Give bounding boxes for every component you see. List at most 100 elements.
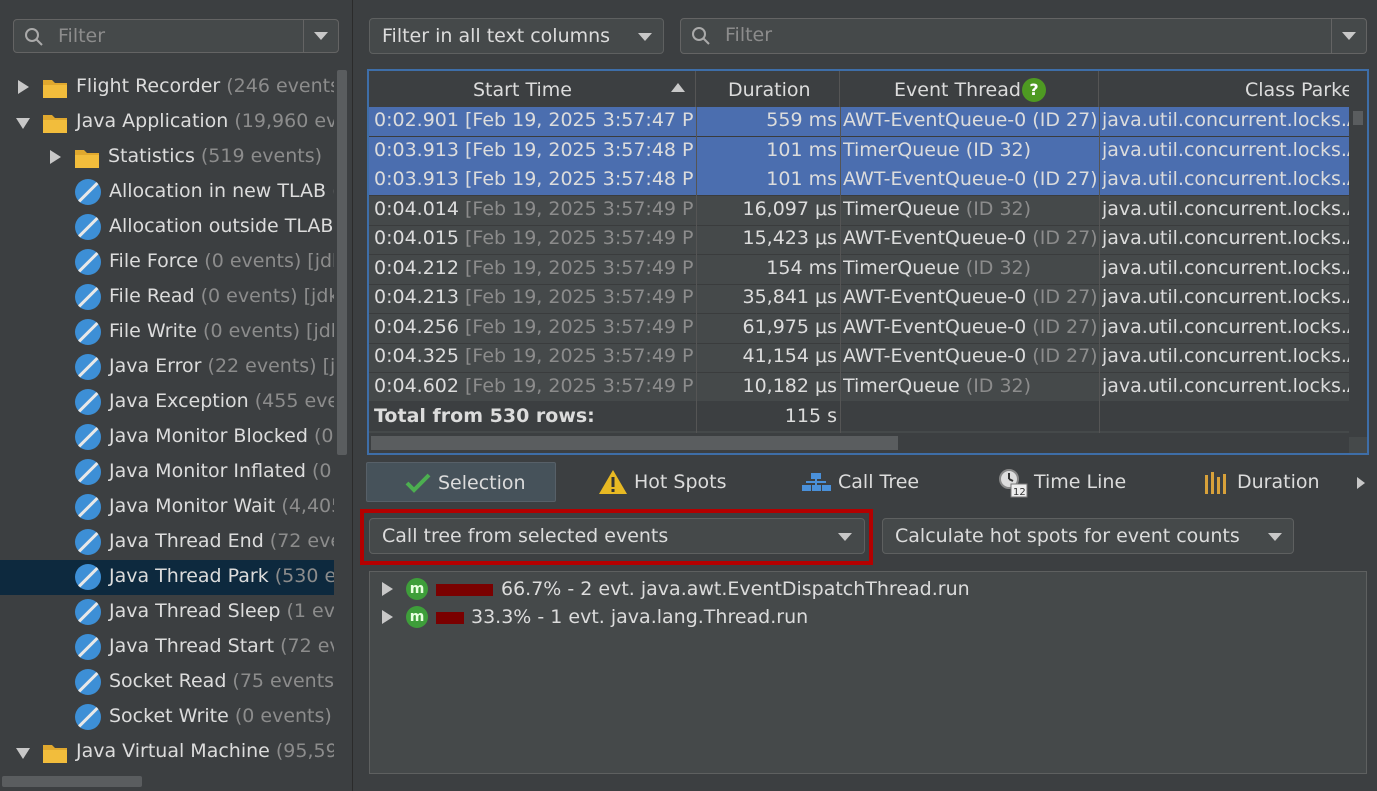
time-line-icon: 12 [999,469,1028,498]
tab-duration[interactable]: Duration [1202,462,1332,502]
folder-icon [75,150,99,168]
collapse-arrow-icon[interactable] [16,118,30,129]
table-row[interactable]: 0:04.213 [Feb 19, 2025 3:57:49 PM] 35,841… [369,284,1349,314]
tree-item-name: Java Thread Start [109,635,275,657]
call-percentage-bar [436,612,464,624]
chevron-down-icon [1342,32,1356,40]
event-thread-cell: AWT-EventQueue-0 (ID 27) [843,345,1097,367]
tree-event-item[interactable]: File Read (0 events) [jdk.F [0,280,334,315]
tree-event-item[interactable]: Java Thread Sleep (1 eve [0,595,334,630]
filter-scope-select[interactable]: Filter in all text columns [369,18,664,54]
tree-vertical-scrollbar[interactable] [334,70,350,770]
tree-folder-item[interactable]: Java Application (19,960 eve [0,105,334,140]
table-row[interactable]: 0:02.901 [Feb 19, 2025 3:57:47 PM] 559 ms… [369,107,1349,137]
search-icon [25,28,43,46]
duration-cell: 41,154 μs [742,345,837,367]
start-time-cell: 0:04.015 [Feb 19, 2025 3:57:49 PM] [374,227,694,249]
table-row[interactable]: 0:03.913 [Feb 19, 2025 3:57:48 PM] 101 ms… [369,136,1349,167]
event-type-icon [75,319,101,345]
tree-event-item[interactable]: Java Monitor Wait (4,405 [0,490,334,525]
event-tree: Flight Recorder (246 events) Java Applica… [0,70,334,770]
tree-event-item[interactable]: Allocation outside TLAB [0,210,334,245]
tree-item-name: Java Monitor Inflated [109,460,306,482]
tree-item-name: Java Exception [109,390,249,412]
column-header-class-parked[interactable]: Class Parke [1099,71,1353,107]
event-type-icon [75,494,101,520]
tree-event-item[interactable]: File Force (0 events) [jdk. [0,245,334,280]
call-percentage-bar [436,584,493,596]
table-row[interactable]: 0:03.913 [Feb 19, 2025 3:57:48 PM] 101 ms… [369,166,1349,196]
tree-folder-item[interactable]: Java Virtual Machine (95,597 [0,735,334,770]
tree-event-item[interactable]: Socket Read (75 events) [0,665,334,700]
left-filter-dropdown-button[interactable] [303,20,338,52]
collapse-arrow-icon[interactable] [16,748,30,759]
tab-hot-spots[interactable]: Hot Spots [596,462,746,502]
call-tree-node[interactable]: m 66.7% - 2 evt. java.awt.EventDispatchT… [370,575,1360,603]
tree-item-name: Java Virtual Machine [76,740,270,762]
start-time-cell: 0:04.014 [Feb 19, 2025 3:57:49 PM] [374,197,694,220]
table-filter-dropdown-button[interactable] [1331,19,1366,53]
class-parked-cell: java.util.concurrent.locks.A [1102,256,1349,279]
event-type-icon [75,529,101,555]
table-row[interactable]: 0:04.212 [Feb 19, 2025 3:57:49 PM] 154 ms… [369,255,1349,285]
tab-label: Selection [438,472,526,494]
table-row[interactable]: 0:04.602 [Feb 19, 2025 3:57:49 PM] 10,182… [369,373,1349,403]
tab-call-tree[interactable]: Call Tree [801,462,941,502]
tree-event-item[interactable]: Java Monitor Blocked (0 [0,420,334,455]
table-row[interactable]: 0:04.014 [Feb 19, 2025 3:57:49 PM] 16,097… [369,196,1349,226]
tree-item-count: (246 events) [226,75,334,97]
column-header-event-thread[interactable]: Event Thread ? [840,71,1099,107]
tree-event-item[interactable]: Java Error (22 events) [jd [0,350,334,385]
duration-cell: 154 ms [766,256,837,279]
tree-event-item[interactable]: File Write (0 events) [jdk. [0,315,334,350]
tree-event-item[interactable]: Socket Write (0 events) [ [0,700,334,735]
help-icon[interactable]: ? [1022,78,1046,102]
tree-item-label: Java Monitor Inflated (0 [109,460,331,482]
class-parked-cell: java.util.concurrent.locks.A [1102,315,1349,338]
tree-event-item[interactable]: Java Thread Park (530 ev [0,560,334,595]
tab-time-line[interactable]: 12 Time Line [997,462,1147,502]
tree-item-label: File Force (0 events) [jdk. [109,250,334,272]
expand-arrow-icon[interactable] [382,582,393,596]
tree-event-item[interactable]: Allocation in new TLAB ( [0,175,334,210]
table-vertical-scrollbar[interactable] [1349,107,1367,437]
table-row[interactable]: 0:04.325 [Feb 19, 2025 3:57:49 PM] 41,154… [369,343,1349,373]
tree-item-label: Java Exception (455 ever [109,390,334,412]
chevron-down-icon [638,33,652,41]
class-parked-cell: java.util.concurrent.locks.A [1102,168,1349,190]
column-header-start-time[interactable]: Start Time [369,71,696,107]
expand-arrow-icon[interactable] [18,80,29,94]
tree-folder-item[interactable]: Statistics (519 events) [0,140,334,175]
left-filter-field[interactable]: Filter [13,19,339,53]
tree-event-item[interactable]: Java Monitor Inflated (0 [0,455,334,490]
tree-item-label: File Write (0 events) [jdk. [109,320,334,342]
expand-arrow-icon[interactable] [50,150,61,164]
tree-event-item[interactable]: Java Thread End (72 ever [0,525,334,560]
tab-selection[interactable]: Selection [366,462,556,502]
call-tree-node[interactable]: m 33.3% - 1 evt. java.lang.Thread.run [370,603,1360,631]
table-horizontal-scrollbar[interactable] [369,433,1349,453]
event-type-icon [75,634,101,660]
search-icon [692,27,710,45]
tree-item-name: Statistics [108,145,195,167]
duration-cell: 101 ms [766,168,837,190]
hot-spots-mode-select[interactable]: Calculate hot spots for event counts [882,518,1294,554]
tree-event-item[interactable]: Java Thread Start (72 eve [0,630,334,665]
tree-item-count: (19,960 eve [234,110,334,132]
table-row[interactable]: 0:04.256 [Feb 19, 2025 3:57:49 PM] 61,975… [369,314,1349,344]
table-filter-field[interactable]: Filter [680,18,1367,54]
tree-event-item[interactable]: Java Exception (455 ever [0,385,334,420]
event-type-panel: Filter Flight Recorder (246 events) Java … [0,0,353,791]
sort-ascending-icon [671,83,685,92]
event-type-icon [75,284,101,310]
column-header-duration[interactable]: Duration [696,71,840,107]
table-row[interactable]: 0:04.015 [Feb 19, 2025 3:57:49 PM] 15,423… [369,225,1349,255]
tree-item-label: Java Monitor Blocked (0 [109,425,333,447]
tab-label: Hot Spots [634,471,727,493]
tree-folder-item[interactable]: Flight Recorder (246 events) [0,70,334,105]
tree-horizontal-scrollbar[interactable] [0,772,334,791]
method-icon: m [406,578,428,600]
tabs-scroll-right-icon[interactable] [1357,477,1365,489]
tree-item-label: Java Monitor Wait (4,405 [109,495,334,517]
expand-arrow-icon[interactable] [382,610,393,624]
